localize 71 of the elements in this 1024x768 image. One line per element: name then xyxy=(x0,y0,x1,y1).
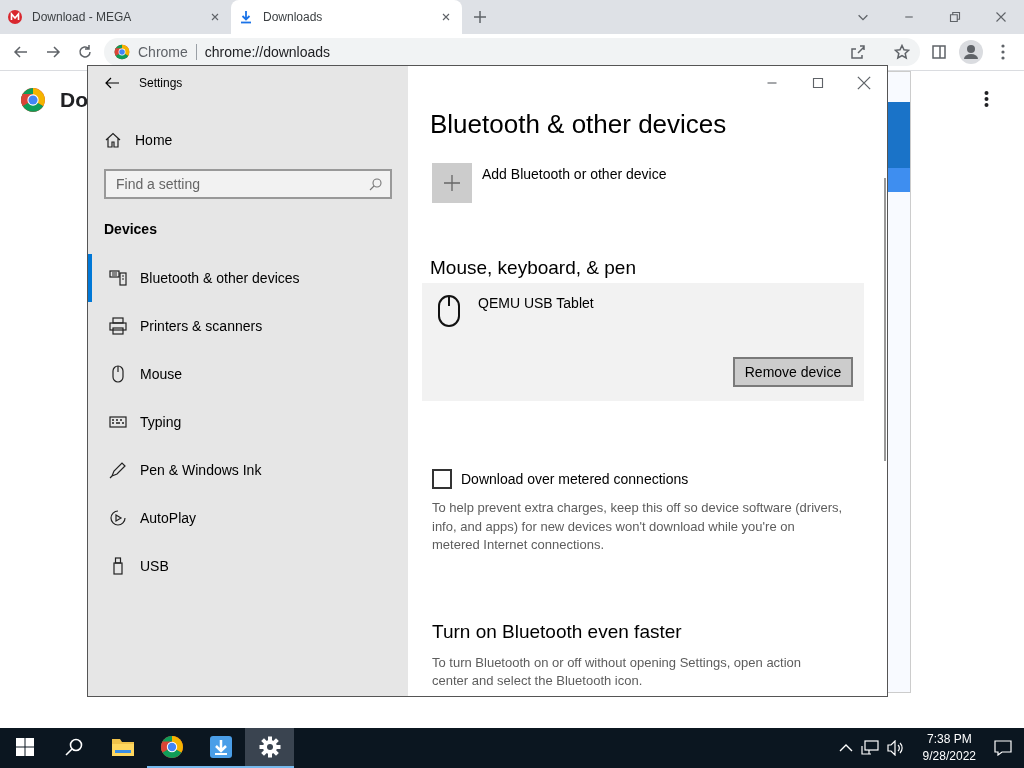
section-heading: Turn on Bluetooth even faster xyxy=(432,620,683,644)
download-app-icon xyxy=(208,735,233,759)
close-icon xyxy=(209,11,221,23)
chevron-up-icon[interactable] xyxy=(838,743,853,753)
nav-item[interactable]: AutoPlay xyxy=(88,494,408,542)
chrome-logo-icon xyxy=(20,87,46,113)
chrome-icon xyxy=(114,44,130,60)
nav-item[interactable]: USB xyxy=(88,542,408,590)
side-panel-icon xyxy=(931,44,947,60)
close-icon xyxy=(440,11,452,23)
clock-time[interactable]: 7:38 PM xyxy=(926,731,972,748)
browser-tab[interactable]: Download - MEGA xyxy=(0,0,231,34)
chrome-icon xyxy=(159,735,184,759)
close-icon xyxy=(995,11,1007,23)
page-title: Do xyxy=(60,88,88,112)
home-link[interactable]: Home xyxy=(88,123,408,157)
group-heading: Mouse, keyboard, & pen xyxy=(430,257,637,280)
description-text: To help prevent extra charges, keep this off so device software (drivers, info, and apps) for new devices won't download while you're on metered Internet connections. xyxy=(432,499,844,554)
star-icon xyxy=(894,44,910,60)
pen-icon xyxy=(109,461,127,479)
profile-icon[interactable] xyxy=(959,40,983,64)
new-tab-icon xyxy=(472,9,488,25)
folder-icon xyxy=(110,737,135,757)
menu-icon[interactable] xyxy=(984,91,989,107)
devices-icon xyxy=(109,269,127,287)
site-label: Chrome xyxy=(138,44,188,60)
search-icon[interactable] xyxy=(64,738,83,756)
nav-item[interactable]: Pen & Windows Ink xyxy=(88,446,408,494)
device-name: QEMU USB Tablet xyxy=(478,295,594,313)
network-icon[interactable] xyxy=(860,740,879,756)
search-icon xyxy=(369,177,382,191)
forward-arrow-icon xyxy=(45,44,61,60)
nav-item[interactable]: Printers & scanners xyxy=(88,302,408,350)
back-arrow-icon[interactable] xyxy=(105,76,119,89)
description-text: To turn Bluetooth on or off without opening Settings, open action center and select the Bluetooth icon. xyxy=(432,653,803,690)
device-card[interactable]: QEMU USB Tablet Remove device xyxy=(422,283,864,401)
share-icon xyxy=(850,44,866,60)
add-device-button[interactable]: Add Bluetooth or other device xyxy=(432,163,864,203)
restore-icon xyxy=(949,11,961,23)
speaker-icon[interactable] xyxy=(886,740,905,756)
home-icon xyxy=(105,132,121,148)
url-text: chrome://downloads xyxy=(204,44,331,60)
nav-item[interactable]: Mouse xyxy=(88,350,408,398)
menu-icon[interactable] xyxy=(1001,44,1005,60)
gear-icon xyxy=(258,736,281,758)
section-heading: Devices xyxy=(103,221,158,239)
printer-icon xyxy=(109,317,127,335)
mouse-icon xyxy=(109,365,127,383)
mega-icon xyxy=(8,10,22,24)
clock-date[interactable]: 9/28/2022 xyxy=(922,748,976,765)
mouse-icon xyxy=(438,295,460,327)
search-field[interactable]: Find a setting xyxy=(104,169,392,199)
download-icon xyxy=(239,10,253,24)
checkbox[interactable] xyxy=(432,469,452,489)
address-bar[interactable]: Chrome chrome://downloads xyxy=(104,38,920,66)
metered-checkbox[interactable]: Download over metered connections xyxy=(432,469,864,489)
windows-start-icon[interactable] xyxy=(15,738,34,756)
notification-icon[interactable] xyxy=(994,740,1012,756)
keyboard-icon xyxy=(109,413,127,431)
browser-tab[interactable]: Downloads xyxy=(231,0,462,34)
taskbar-app[interactable] xyxy=(245,728,294,768)
window-title: Settings xyxy=(139,75,183,90)
plus-icon xyxy=(443,174,461,192)
autoplay-icon xyxy=(109,509,127,527)
page-heading: Bluetooth & other devices xyxy=(430,109,728,141)
back-arrow-icon xyxy=(13,44,29,60)
close-icon xyxy=(857,75,871,90)
remove-device-button[interactable]: Remove device xyxy=(733,357,853,387)
maximize-icon xyxy=(812,76,824,89)
nav-item[interactable]: Typing xyxy=(88,398,408,446)
reload-icon xyxy=(77,44,93,60)
